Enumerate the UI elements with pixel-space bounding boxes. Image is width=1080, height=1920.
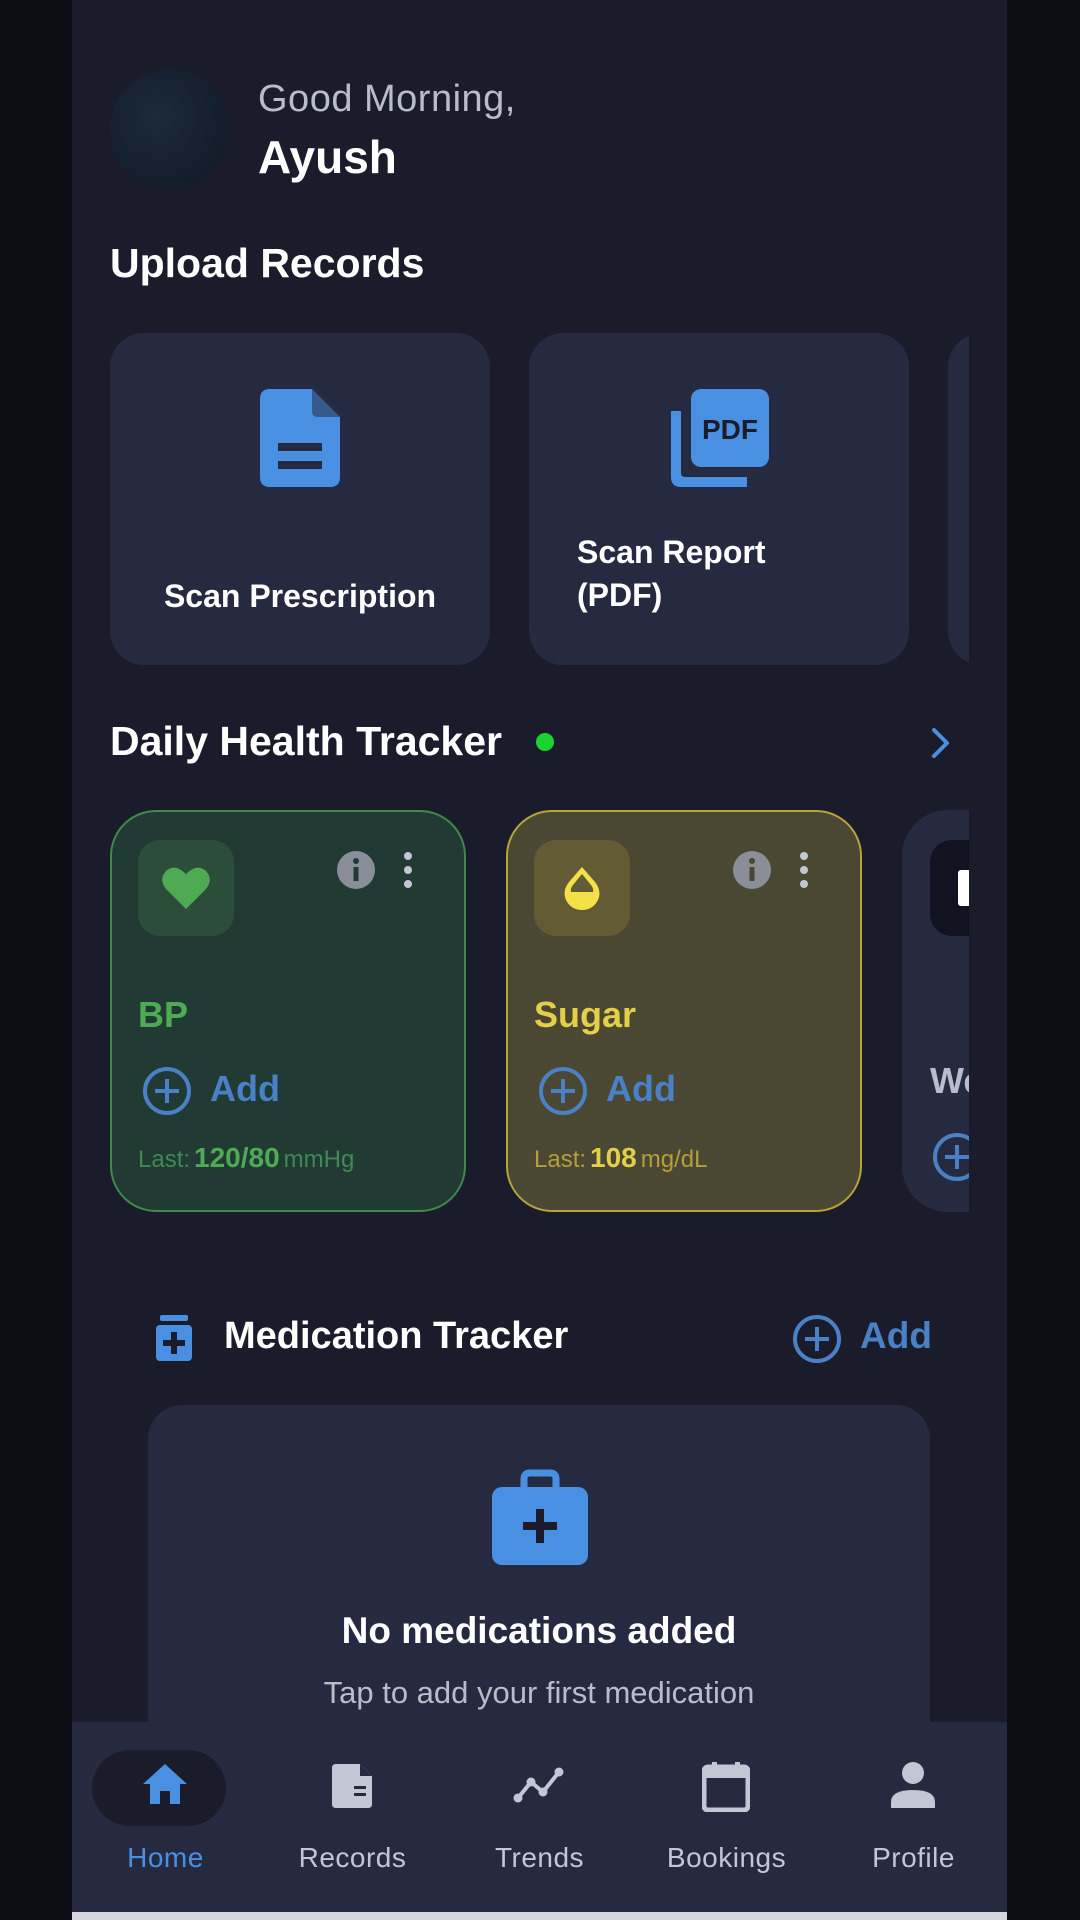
sugar-add-label[interactable]: Add — [606, 1068, 676, 1110]
home-screen: Good Morning, Ayush Upload Records Scan … — [72, 0, 1007, 1920]
nav-home[interactable]: Home — [72, 1722, 259, 1912]
medication-add-button[interactable]: Add — [860, 1315, 932, 1357]
more-vert-icon[interactable] — [798, 850, 810, 890]
nav-trends-label: Trends — [494, 1842, 585, 1873]
scan-prescription-card[interactable]: Scan Prescription — [110, 333, 490, 665]
daily-health-tracker-title: Daily Health Tracker — [110, 718, 502, 764]
bp-last-value: 120/80 — [194, 1142, 280, 1173]
scan-report-label-line2: (PDF) — [577, 577, 663, 613]
sugar-unit: mg/dL — [640, 1146, 708, 1173]
medication-empty-state[interactable]: No medications added Tap to add your fir… — [148, 1405, 930, 1765]
user-name: Ayush — [258, 131, 397, 183]
heart-icon — [162, 867, 210, 909]
nav-profile[interactable]: Profile — [820, 1722, 1007, 1912]
nav-records-label: Records — [298, 1842, 407, 1873]
empty-state-title: No medications added — [341, 1610, 737, 1651]
upload-records-title: Upload Records — [110, 240, 425, 286]
more-vert-icon[interactable] — [402, 850, 414, 890]
bp-icon-box — [138, 840, 234, 936]
carousel-clip — [969, 800, 1007, 1220]
greeting-text: Good Morning, — [258, 78, 516, 120]
sugar-tracker-card[interactable]: Sugar Add Last: 108 mg/dL — [506, 810, 862, 1212]
info-icon[interactable] — [732, 850, 772, 890]
nav-records[interactable]: Records — [259, 1722, 446, 1912]
empty-state-subtitle: Tap to add your first medication — [323, 1675, 755, 1710]
last-label: Last: — [138, 1146, 191, 1173]
medical-kit-icon — [492, 1469, 588, 1565]
status-dot — [536, 733, 554, 751]
nav-profile-label: Profile — [872, 1842, 955, 1873]
drop-icon — [564, 867, 600, 910]
trends-icon — [513, 1767, 564, 1803]
sugar-name: Sugar — [534, 994, 637, 1035]
medication-bottle-icon — [156, 1315, 192, 1361]
scan-report-pdf-card[interactable]: PDF Scan Report (PDF) — [529, 333, 909, 665]
scan-report-label-line1: Scan Report — [577, 534, 766, 570]
bp-unit: mmHg — [283, 1146, 355, 1173]
nav-bookings[interactable]: Bookings — [633, 1722, 820, 1912]
chevron-right-icon[interactable] — [930, 726, 952, 760]
svg-text:PDF: PDF — [702, 414, 758, 445]
last-label: Last: — [534, 1146, 587, 1173]
bp-name: BP — [138, 994, 189, 1035]
scan-prescription-label: Scan Prescription — [163, 578, 437, 614]
nav-home-label: Home — [127, 1842, 204, 1873]
gesture-bar-area — [72, 1912, 1007, 1920]
add-circle-icon[interactable] — [538, 1066, 588, 1116]
add-circle-icon[interactable] — [792, 1314, 842, 1364]
info-icon[interactable] — [336, 850, 376, 890]
home-icon — [143, 1764, 187, 1804]
bp-tracker-card[interactable]: BP Add Last: 120/80 mmHg — [110, 810, 466, 1212]
nav-trends[interactable]: Trends — [446, 1722, 633, 1912]
records-icon — [332, 1764, 372, 1808]
sugar-last-value: 108 — [590, 1142, 637, 1173]
avatar[interactable] — [110, 70, 228, 188]
bottom-nav: Home Records Trends Bookings Profile — [72, 1722, 1007, 1912]
nav-bookings-label: Bookings — [666, 1842, 787, 1873]
document-icon — [260, 389, 340, 487]
carousel-clip — [969, 320, 1007, 680]
pdf-icon: PDF — [671, 389, 769, 487]
add-circle-icon[interactable] — [142, 1066, 192, 1116]
sugar-last-reading: Last: 108 mg/dL — [534, 1142, 707, 1174]
person-icon — [891, 1762, 935, 1808]
sugar-icon-box — [534, 840, 630, 936]
medication-tracker-title: Medication Tracker — [224, 1315, 569, 1357]
bp-add-label[interactable]: Add — [210, 1068, 280, 1110]
bp-last-reading: Last: 120/80 mmHg — [138, 1142, 354, 1174]
calendar-icon — [702, 1762, 750, 1812]
